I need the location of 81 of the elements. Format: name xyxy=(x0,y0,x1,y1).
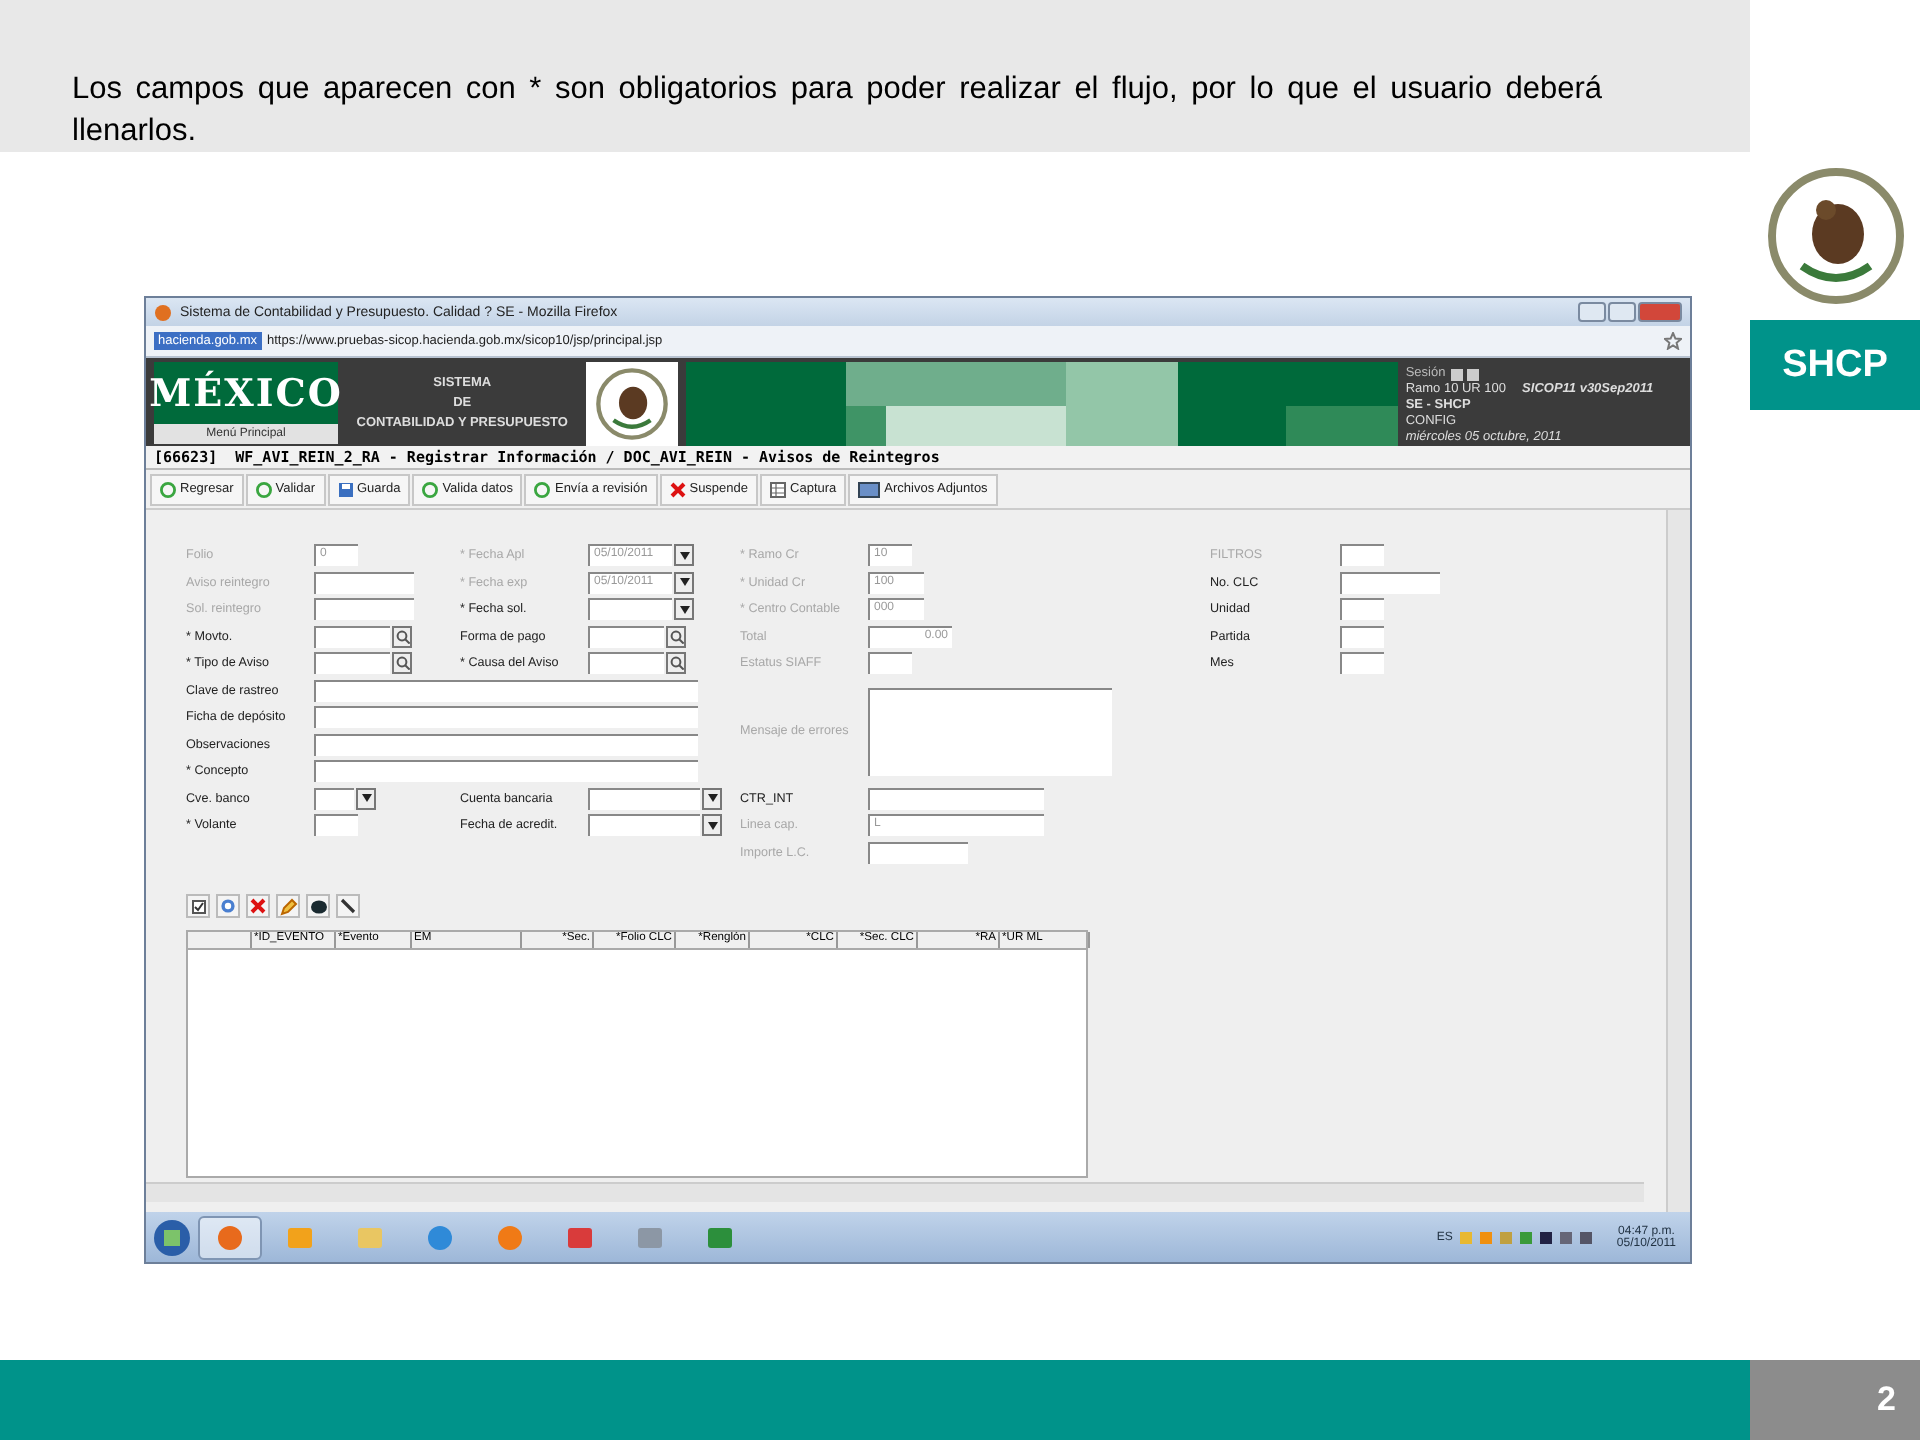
text-area[interactable] xyxy=(868,687,1112,775)
checkbox-icon xyxy=(191,899,205,913)
input-field[interactable] xyxy=(1340,625,1384,648)
input-field[interactable] xyxy=(314,733,698,756)
search-icon xyxy=(395,656,409,671)
dropdown-button[interactable] xyxy=(702,814,722,837)
lookup-button[interactable] xyxy=(392,625,412,648)
lookup-button[interactable] xyxy=(666,625,686,648)
page-number: 2 xyxy=(1750,1360,1920,1440)
maximize-button[interactable] xyxy=(1608,302,1636,322)
browser-icon xyxy=(216,1223,244,1251)
star-icon[interactable] xyxy=(1664,332,1682,350)
input-field[interactable] xyxy=(1340,598,1384,621)
sheet-icon xyxy=(706,1223,734,1251)
horizontal-scrollbar[interactable] xyxy=(146,1182,1644,1202)
input-field[interactable] xyxy=(868,652,912,675)
input-field[interactable] xyxy=(314,706,698,729)
taskbar-app[interactable] xyxy=(198,1215,262,1259)
input-field[interactable] xyxy=(314,652,390,675)
play-icon xyxy=(496,1223,524,1251)
input-field[interactable] xyxy=(314,760,698,783)
pencil-icon xyxy=(279,897,297,915)
input-field[interactable] xyxy=(314,814,358,837)
search-icon xyxy=(669,656,683,671)
emblem-icon xyxy=(1765,165,1905,305)
dropdown-button[interactable] xyxy=(356,787,376,810)
lookup-button[interactable] xyxy=(666,652,686,675)
input-field[interactable] xyxy=(314,598,414,621)
dropdown-field[interactable] xyxy=(588,787,700,810)
caret-icon xyxy=(707,794,717,803)
ball-icon xyxy=(309,898,327,914)
input-field[interactable] xyxy=(314,571,414,594)
session-buttons-icon[interactable] xyxy=(1449,367,1482,381)
dropdown-field[interactable] xyxy=(588,598,672,621)
vertical-scrollbar[interactable] xyxy=(1666,510,1690,1212)
circle-icon xyxy=(160,481,176,497)
refresh-icon xyxy=(220,898,236,914)
dropdown-button[interactable] xyxy=(674,598,694,621)
circle-icon xyxy=(534,481,551,497)
cross-icon xyxy=(669,481,686,497)
caret-icon xyxy=(679,578,689,587)
start-button-icon[interactable] xyxy=(152,1217,192,1257)
logo-text: SHCP xyxy=(1750,320,1920,410)
input-field[interactable] xyxy=(1340,571,1440,594)
globe-icon xyxy=(426,1223,454,1251)
lookup-button[interactable] xyxy=(392,652,412,675)
input-field[interactable] xyxy=(314,625,390,648)
input-field[interactable] xyxy=(1340,652,1384,675)
input-field[interactable] xyxy=(588,652,664,675)
input-field[interactable] xyxy=(868,787,1044,810)
input-field[interactable] xyxy=(588,625,664,648)
database-icon xyxy=(636,1223,664,1251)
input-field[interactable] xyxy=(868,841,968,864)
circle-icon xyxy=(255,481,272,497)
caret-icon xyxy=(679,551,689,560)
input-field[interactable] xyxy=(314,679,698,702)
input-field[interactable] xyxy=(1340,544,1384,567)
caret-icon xyxy=(707,821,717,830)
dropdown-button[interactable] xyxy=(674,571,694,594)
mail-icon xyxy=(286,1223,314,1251)
grid-tool-button[interactable] xyxy=(306,894,330,918)
caret-icon xyxy=(361,794,371,803)
paint-icon xyxy=(566,1223,594,1251)
grid-tool-button[interactable] xyxy=(336,894,360,918)
grid-icon xyxy=(770,481,787,497)
search-icon xyxy=(395,629,409,644)
brand-logo: MÉXICO xyxy=(154,362,338,424)
dropdown-field[interactable] xyxy=(314,787,354,810)
folder-icon xyxy=(356,1223,384,1251)
dropdown-field[interactable] xyxy=(588,814,700,837)
circle-icon xyxy=(422,481,439,497)
instruction-text: Los campos que aparecen con * son obligatorios para poder realizar el flujo, por lo que el usuario deberá llenarlos. xyxy=(72,70,1604,152)
delete-icon xyxy=(250,898,266,914)
caret-icon xyxy=(679,605,689,614)
emblem-icon xyxy=(594,366,671,442)
grid-tool-button[interactable] xyxy=(186,894,210,918)
folder-icon xyxy=(858,480,881,498)
dropdown-button[interactable] xyxy=(674,544,694,567)
dropdown-button[interactable] xyxy=(702,787,722,810)
minimize-button[interactable] xyxy=(1578,302,1606,322)
search-icon xyxy=(669,629,683,644)
